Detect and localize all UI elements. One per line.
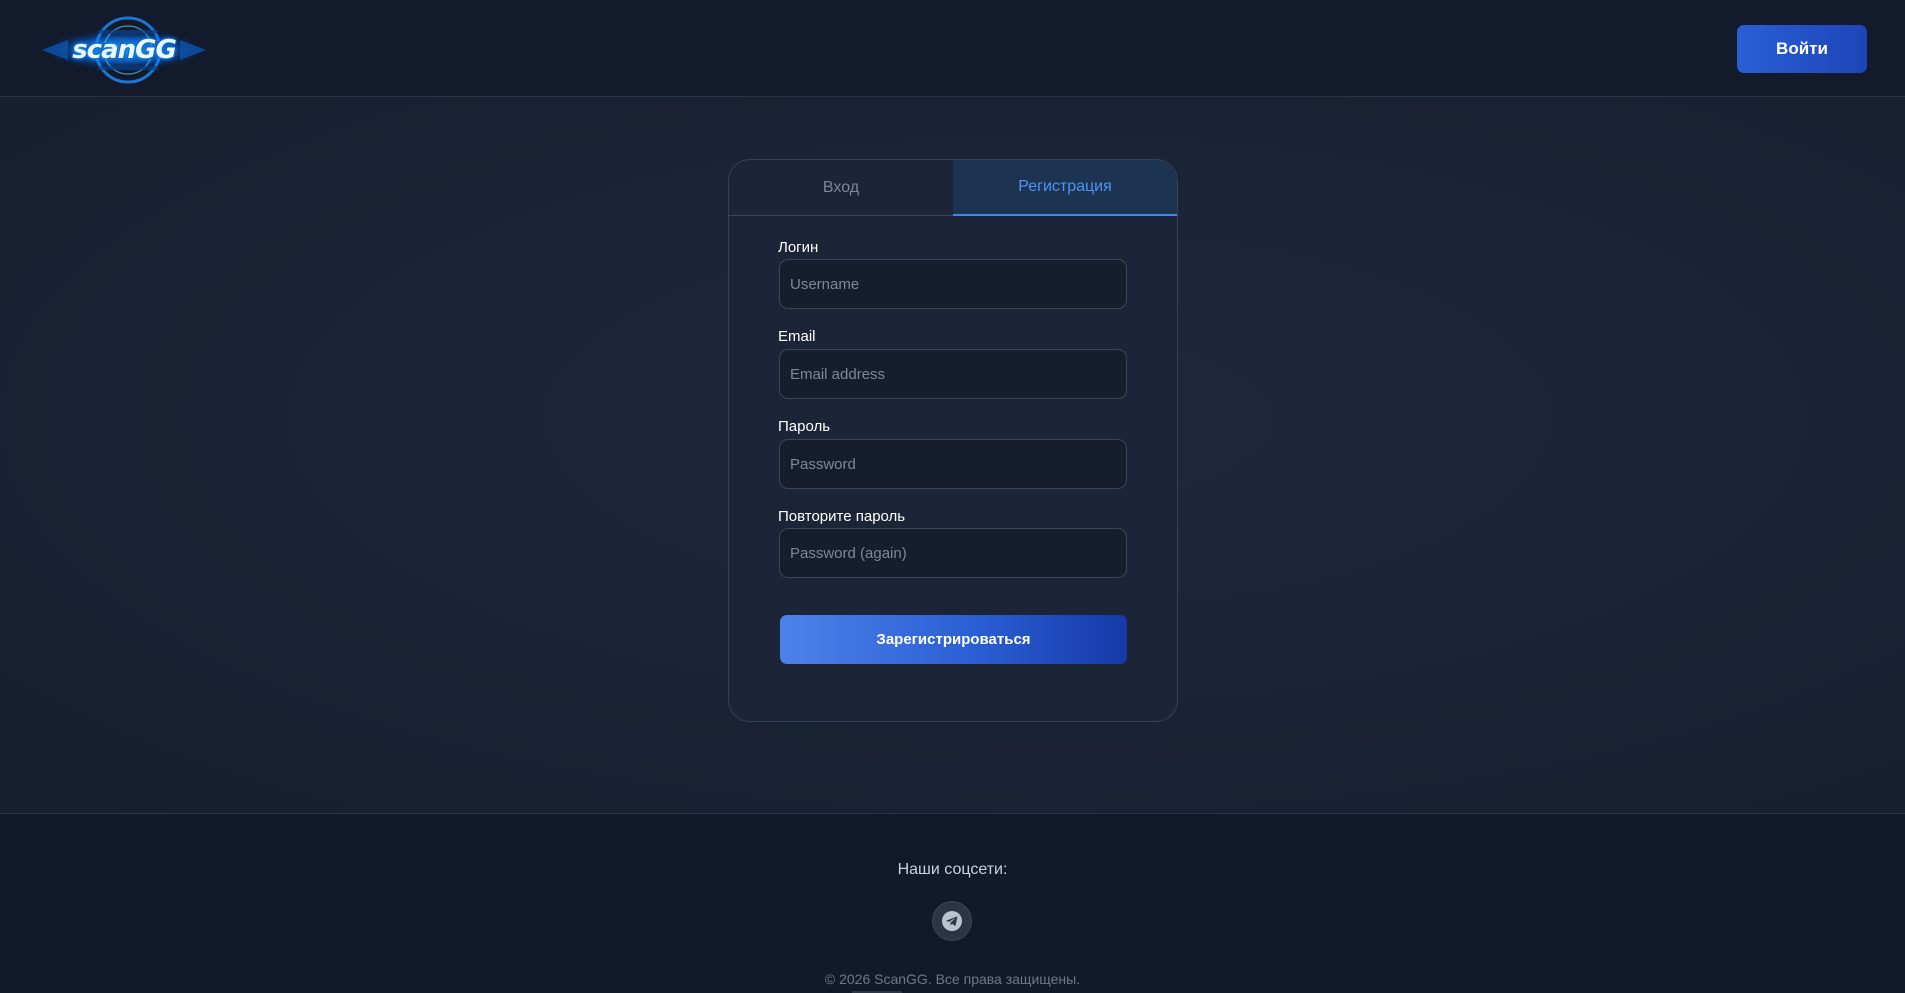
auth-tabs: Вход Регистрация	[729, 160, 1177, 216]
password-input[interactable]	[779, 439, 1127, 489]
header-login-button[interactable]: Войти	[1737, 25, 1867, 73]
password-label: Пароль	[778, 418, 831, 435]
tab-register[interactable]: Регистрация	[953, 160, 1177, 216]
page: scanGG Войти Вход Регистрация Логин Emai…	[0, 0, 1905, 993]
email-input[interactable]	[779, 349, 1127, 399]
site-footer: Наши соцсети: © 2026 ScanGG. Все права з…	[0, 813, 1905, 993]
scangg-logo[interactable]: scanGG	[38, 12, 210, 87]
copyright-text: © 2026 ScanGG. Все права защищены.	[824, 971, 1081, 987]
telegram-icon	[942, 911, 962, 931]
auth-card: Вход Регистрация Логин Email Пароль Повт…	[728, 159, 1178, 722]
telegram-link[interactable]	[932, 901, 972, 941]
password-again-label: Повторите пароль	[778, 508, 906, 525]
register-submit-button[interactable]: Зарегистрироваться	[780, 615, 1127, 664]
username-label: Логин	[778, 239, 819, 256]
main-content: Вход Регистрация Логин Email Пароль Повт…	[0, 97, 1905, 813]
email-label: Email	[778, 328, 816, 345]
social-title: Наши соцсети:	[897, 861, 1008, 878]
tab-login[interactable]: Вход	[729, 160, 953, 216]
username-input[interactable]	[779, 259, 1127, 309]
site-header: scanGG Войти	[0, 0, 1905, 97]
password-again-input[interactable]	[779, 528, 1127, 578]
logo-text: scanGG	[72, 34, 177, 65]
